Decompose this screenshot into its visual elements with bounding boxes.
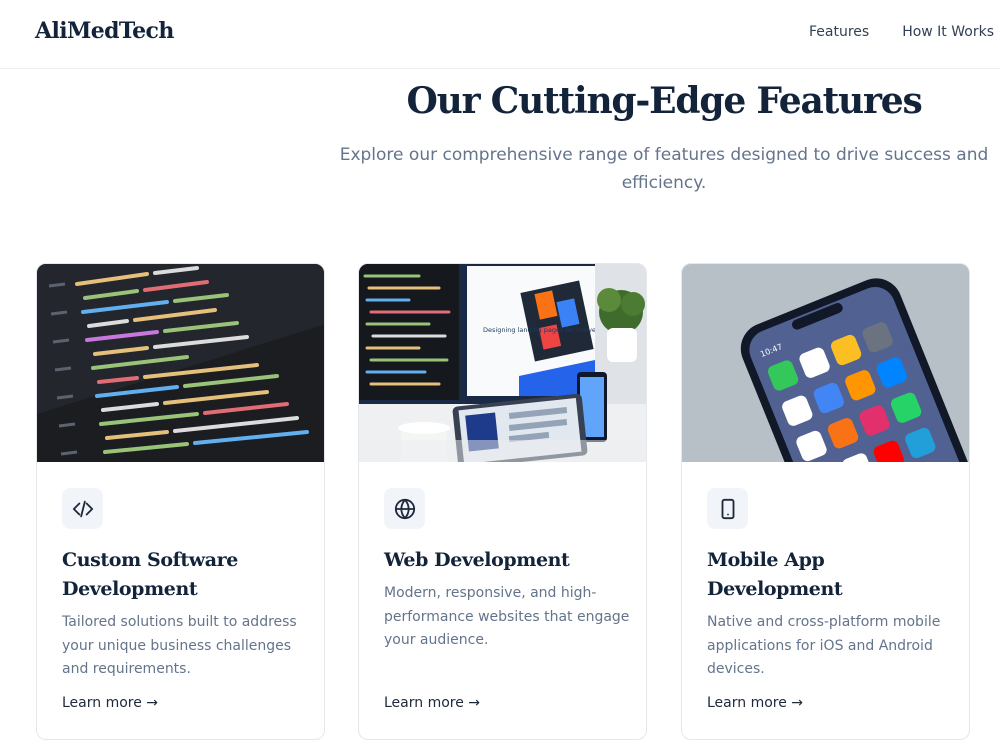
card-description: Tailored solutions built to address your… [62, 614, 297, 677]
section-subtitle: Explore our comprehensive range of featu… [339, 145, 989, 193]
card-title: Mobile App Development [707, 549, 843, 600]
learn-more-link[interactable]: Learn more → [62, 695, 158, 711]
web-workspace-image: Designing landing pages for conversion [359, 264, 646, 462]
nav-link-how-it-works[interactable]: How It Works [902, 24, 994, 40]
globe-icon [394, 498, 415, 519]
card-description: Native and cross-platform mobile applica… [707, 614, 941, 677]
globe-icon-box [384, 488, 425, 529]
code-screen-image [37, 264, 324, 462]
logo[interactable]: AliMedTech [35, 18, 174, 44]
feature-card-software: Custom Software Development Tailored sol… [36, 263, 325, 740]
smartphone-icon-box [707, 488, 748, 529]
section-title: Our Cutting-Edge Features [406, 80, 922, 122]
smartphone-icon [721, 498, 734, 519]
card-title: Custom Software Development [62, 549, 238, 600]
learn-more-link[interactable]: Learn more → [384, 695, 480, 711]
code-icon-box [62, 488, 103, 529]
learn-more-link[interactable]: Learn more → [707, 695, 803, 711]
feature-card-mobile: 10:47 Mobile App Development Native and … [681, 263, 970, 740]
monitor-heading: Designing landing pages for conversion [483, 326, 612, 334]
nav-links: Features How It Works [809, 24, 994, 40]
code-icon [72, 500, 93, 517]
nav-link-features[interactable]: Features [809, 24, 869, 40]
feature-card-web: Designing landing pages for conversion W… [358, 263, 647, 740]
top-navbar: AliMedTech Features How It Works [0, 0, 1000, 69]
smartphone-image: 10:47 [682, 264, 969, 462]
card-description: Modern, responsive, and high-performance… [384, 585, 630, 648]
card-title: Web Development [384, 549, 570, 571]
